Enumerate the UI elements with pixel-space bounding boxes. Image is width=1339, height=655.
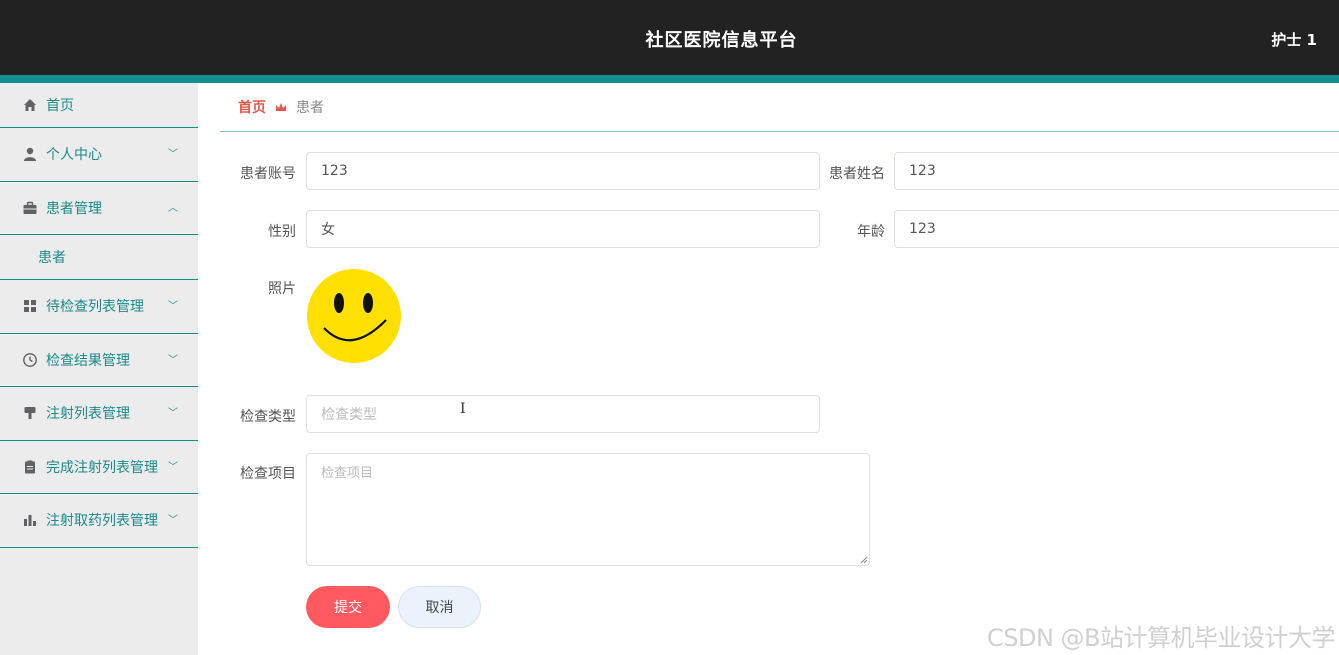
sidebar-item-label: 注射取药列表管理 (46, 513, 158, 530)
crown-icon (276, 103, 286, 111)
name-label: 患者姓名 (829, 166, 885, 182)
sidebar-item-home[interactable]: 首页 (0, 83, 198, 128)
top-bar: 社区医院信息平台 护士 1 (0, 0, 1339, 75)
clipboard-icon (25, 460, 35, 474)
sidebar-item-patient-management[interactable]: 患者管理 ︿ (0, 182, 198, 235)
watermark: CSDN @B站计算机毕业设计大学 (986, 624, 1336, 652)
home-icon (24, 99, 36, 111)
sidebar-item-completed-injection[interactable]: 完成注射列表管理 ﹀ (0, 441, 198, 494)
sidebar-item-label: 检查结果管理 (46, 352, 130, 369)
chevron-up-icon: ︿ (168, 202, 178, 214)
grid-icon (24, 300, 36, 313)
header-accent-line (0, 75, 1339, 83)
photo-label: 照片 (268, 281, 296, 297)
submit-button[interactable]: 提交 (306, 586, 390, 628)
chevron-down-icon: ﹀ (168, 149, 178, 161)
sidebar-item-check-results[interactable]: 检查结果管理 ﹀ (0, 334, 198, 387)
resize-handle-icon[interactable] (859, 555, 868, 564)
app-title: 社区医院信息平台 (645, 30, 798, 51)
chevron-down-icon: ﹀ (168, 301, 178, 313)
text-cursor-icon: I (460, 401, 466, 417)
chevron-down-icon: ﹀ (168, 515, 178, 527)
chevron-down-icon: ﹀ (168, 354, 178, 366)
patient-photo[interactable] (306, 268, 402, 364)
sidebar-item-label: 待检查列表管理 (46, 299, 144, 316)
sidebar-item-label: 首页 (46, 98, 74, 114)
age-label: 年龄 (857, 224, 885, 240)
sidebar-item-injection-pickup[interactable]: 注射取药列表管理 ﹀ (0, 494, 198, 548)
bar-chart-icon (24, 515, 36, 527)
sidebar-item-pending-check[interactable]: 待检查列表管理 ﹀ (0, 280, 198, 334)
sidebar-item-label: 患者管理 (46, 200, 102, 217)
sidebar-item-injection-list[interactable]: 注射列表管理 ﹀ (0, 387, 198, 441)
breadcrumb: 首页 患者 (220, 83, 1339, 132)
stamp-icon (24, 407, 36, 420)
check-item-textarea[interactable]: 检查项目 (306, 453, 870, 566)
current-user[interactable]: 护士 1 (1271, 29, 1317, 50)
sidebar-subitem-patient[interactable]: 患者 (0, 235, 198, 280)
breadcrumb-current: 患者 (296, 100, 324, 116)
chevron-down-icon: ﹀ (168, 461, 178, 473)
age-field[interactable]: 123 (894, 210, 1339, 248)
sidebar: 首页 个人中心 ﹀ 患者管理 ︿ 患者 待检查列表管理 ﹀ 检查结果管理 ﹀ 注… (0, 83, 198, 655)
check-type-label: 检查类型 (240, 409, 296, 425)
sidebar-item-profile[interactable]: 个人中心 ﹀ (0, 128, 198, 182)
check-item-label: 检查项目 (240, 466, 296, 482)
user-icon (24, 148, 36, 162)
clock-icon (23, 352, 37, 367)
sidebar-item-label: 个人中心 (46, 147, 102, 164)
sidebar-item-label: 完成注射列表管理 (46, 459, 158, 476)
cancel-button[interactable]: 取消 (398, 586, 481, 628)
account-label: 患者账号 (240, 166, 296, 182)
chevron-down-icon: ﹀ (168, 408, 178, 420)
sidebar-item-label: 注射列表管理 (46, 406, 130, 423)
gender-label: 性别 (268, 224, 296, 240)
account-field[interactable]: 123 (306, 152, 820, 190)
name-field[interactable]: 123 (894, 152, 1339, 190)
gender-field[interactable]: 女 (306, 210, 820, 248)
briefcase-icon (23, 201, 37, 214)
check-type-input[interactable]: 检查类型 (306, 395, 820, 433)
breadcrumb-home[interactable]: 首页 (238, 97, 266, 117)
